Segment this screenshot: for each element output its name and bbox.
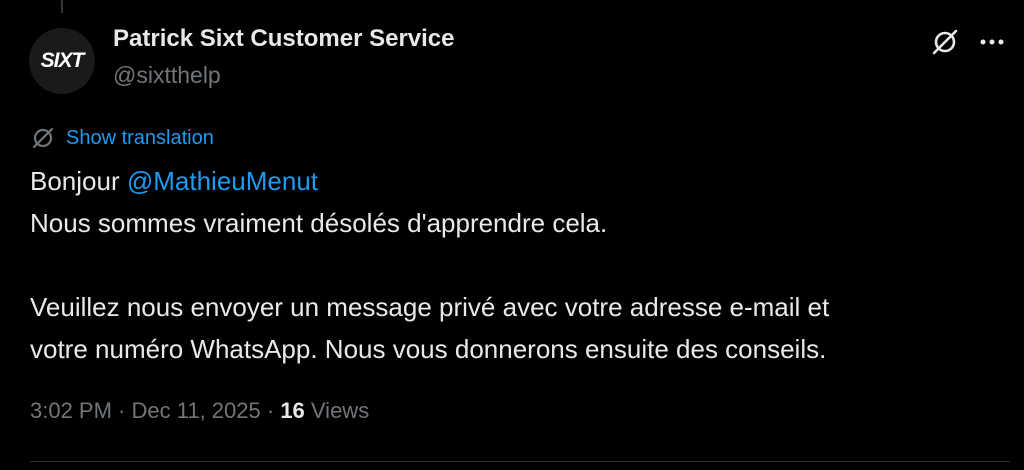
divider bbox=[30, 461, 1010, 462]
tweet-meta: 3:02 PM · Dec 11, 2025 · 16 Views bbox=[30, 398, 369, 424]
tweet-line-1: Bonjour @MathieuMenut bbox=[30, 160, 990, 202]
tweet-line-5: votre numéro WhatsApp. Nous vous donnero… bbox=[30, 334, 827, 364]
tweet-date[interactable]: Dec 11, 2025 bbox=[132, 398, 261, 424]
meta-separator-2: · bbox=[260, 398, 281, 423]
grok-button[interactable] bbox=[927, 24, 963, 60]
meta-separator: · bbox=[111, 398, 132, 423]
tweet-time[interactable]: 3:02 PM bbox=[30, 398, 112, 424]
views-label: Views bbox=[304, 398, 370, 423]
mention-link[interactable]: @MathieuMenut bbox=[127, 166, 318, 196]
translation-row: Show translation bbox=[30, 123, 214, 153]
avatar[interactable]: SIXT bbox=[29, 28, 95, 94]
grok-icon bbox=[932, 29, 958, 55]
thread-connector-line bbox=[61, 0, 63, 13]
translate-icon bbox=[30, 125, 56, 151]
tweet-text: Bonjour @MathieuMenut Nous sommes vraime… bbox=[30, 160, 990, 370]
display-name[interactable]: Patrick Sixt Customer Service bbox=[113, 25, 455, 53]
show-translation-link[interactable]: Show translation bbox=[66, 127, 214, 150]
views-count[interactable]: 16 bbox=[280, 398, 304, 424]
tweet-line-4: Veuillez nous envoyer un message privé a… bbox=[30, 292, 830, 322]
greeting-text: Bonjour bbox=[30, 166, 127, 196]
tweet-line-2: Nous sommes vraiment désolés d'apprendre… bbox=[30, 208, 608, 238]
user-handle[interactable]: @sixtthelp bbox=[113, 62, 221, 89]
avatar-logo: SIXT bbox=[40, 49, 85, 72]
more-icon bbox=[980, 39, 1004, 45]
more-options-button[interactable] bbox=[974, 24, 1010, 60]
